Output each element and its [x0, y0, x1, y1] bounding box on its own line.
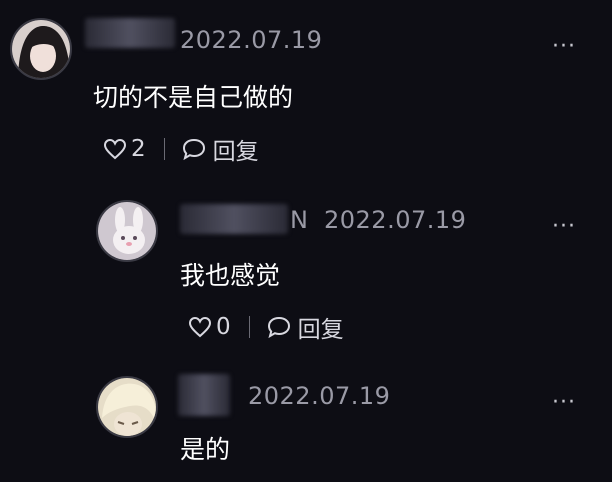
reply-item: 2022.07.19 ··· 是的 [0, 360, 612, 482]
more-options-button[interactable]: ··· [552, 216, 576, 238]
comment-date: 2022.07.19 [180, 26, 323, 54]
avatar[interactable] [96, 200, 158, 262]
reply-button[interactable]: 回复 [298, 310, 344, 344]
comment-bubble-icon[interactable] [266, 315, 292, 339]
username-blurred[interactable] [180, 204, 288, 234]
comment-text: 我也感觉 [180, 261, 281, 290]
comment-text: 切的不是自己做的 [93, 83, 294, 112]
more-options-button[interactable]: ··· [552, 392, 576, 414]
comment-date: 2022.07.19 [248, 382, 391, 410]
comment-item: 2022.07.19 ··· 切的不是自己做的 2 回复 [0, 0, 612, 190]
avatar-image [98, 202, 156, 260]
like-count: 0 [216, 314, 231, 340]
username-blurred[interactable] [178, 374, 230, 416]
divider [248, 316, 250, 338]
heart-icon[interactable] [103, 138, 127, 160]
more-options-button[interactable]: ··· [552, 36, 576, 58]
username-blurred[interactable] [85, 18, 175, 48]
comment-actions: 2 回复 [103, 132, 259, 166]
avatar-image [12, 20, 70, 78]
comment-text: 是的 [180, 435, 231, 464]
avatar[interactable] [10, 18, 72, 80]
reply-button[interactable]: 回复 [213, 132, 259, 166]
reply-item: N 2022.07.19 ··· 我也感觉 0 回复 [0, 190, 612, 360]
comment-date: 2022.07.19 [324, 206, 467, 234]
comment-actions: 0 回复 [188, 310, 344, 344]
divider [163, 138, 165, 160]
username-suffix: N [290, 206, 308, 234]
avatar[interactable] [96, 376, 158, 438]
like-count: 2 [131, 136, 146, 162]
heart-icon[interactable] [188, 316, 212, 338]
avatar-image [98, 378, 156, 436]
comment-bubble-icon[interactable] [181, 137, 207, 161]
